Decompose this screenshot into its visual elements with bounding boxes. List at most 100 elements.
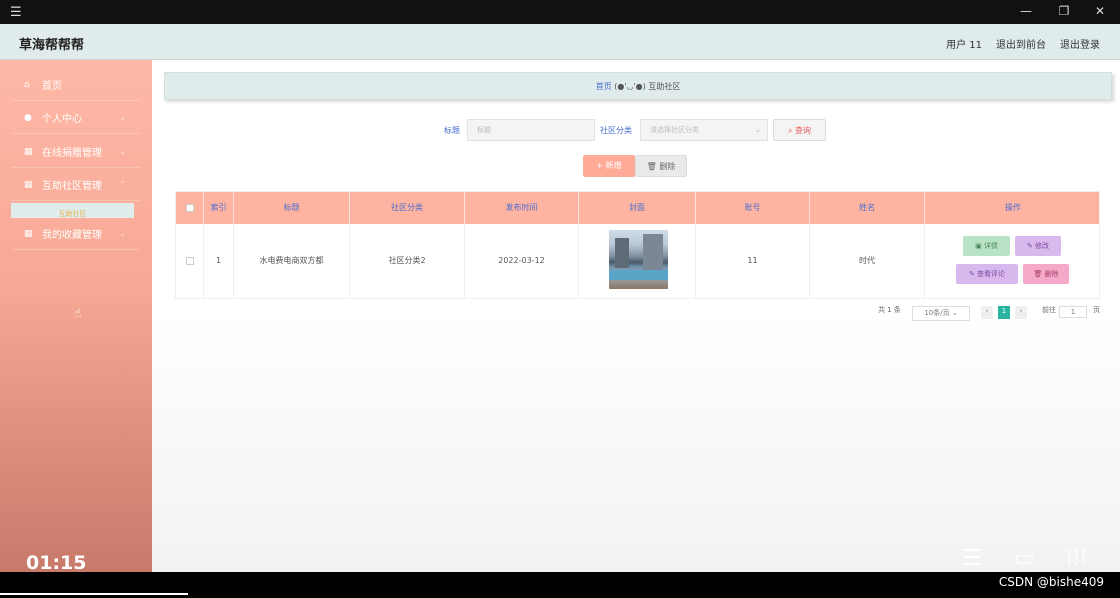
query-button-label: 查询 — [795, 126, 812, 135]
page-size-value: 10条/页 — [924, 309, 950, 317]
row-checkbox[interactable] — [176, 224, 204, 298]
pencil-icon: ✎ — [1026, 242, 1033, 250]
title-label: 标题 — [444, 126, 460, 135]
edit-button[interactable]: ✎ 修改 — [1015, 236, 1061, 256]
data-table: 索引 标题 社区分类 发布时间 封面 账号 姓名 操作 1 水电费电商双方都 社… — [175, 191, 1100, 299]
col-date[interactable]: 发布时间 — [465, 192, 579, 224]
main-content: 首页 (●'◡'●) 互助社区 标题 标题 社区分类 请选择社区分类 ⌄ ⌕ 查… — [152, 60, 1120, 572]
chevron-down-icon: ⌄ — [951, 309, 958, 317]
grid-icon: ▦ — [24, 179, 33, 190]
logout-link[interactable]: 退出登录 — [1060, 36, 1100, 51]
video-time: 01:15 — [26, 552, 87, 574]
hand-cursor-icon: ☝ — [74, 306, 82, 320]
add-button[interactable]: + 新增 — [583, 155, 635, 177]
breadcrumb-emoticon: (●'◡'●) — [614, 82, 646, 91]
hamburger-icon[interactable]: ☰ — [10, 5, 22, 20]
trash-icon: 🗑 — [646, 162, 657, 171]
cell-index: 1 — [204, 224, 234, 298]
goto-input[interactable]: 1 — [1059, 306, 1087, 318]
video-frame: ☰ — ❐ ✕ 草海帮帮帮 用户 11 退出到前台 退出登录 ⌂ 首页 ● 个人… — [0, 0, 1120, 598]
cell-category: 社区分类2 — [350, 224, 465, 298]
chevron-down-icon: ⌄ — [119, 229, 126, 238]
pencil-icon: ✎ — [968, 270, 975, 278]
sidebar-item-label: 在线捐赠管理 — [42, 148, 102, 159]
search-icon: ⌕ — [787, 126, 793, 135]
add-button-label: 新增 — [605, 161, 622, 170]
total-count: 共 1 条 — [878, 306, 901, 314]
chevron-up-icon: ⌃ — [119, 180, 126, 189]
col-category[interactable]: 社区分类 — [350, 192, 465, 224]
chevron-down-icon: ⌄ — [755, 126, 761, 134]
watermark: CSDN @bishe409 — [998, 575, 1104, 589]
back-to-front-link[interactable]: 退出到前台 — [996, 36, 1046, 51]
restore-icon[interactable]: ❐ — [1054, 4, 1074, 18]
home-icon: ⌂ — [24, 79, 30, 90]
cell-title: 水电费电商双方都 — [234, 224, 350, 298]
playlist-icon[interactable]: ☰ — [962, 546, 982, 571]
col-index: 索引 — [204, 192, 234, 224]
user-icon: ● — [24, 112, 32, 123]
sidebar-item-favorites[interactable]: ▦ 我的收藏管理 ⌄ — [12, 218, 140, 250]
col-cover[interactable]: 封面 — [579, 192, 696, 224]
page-size-select[interactable]: 10条/页 ⌄ — [912, 306, 970, 321]
header-links: 用户 11 退出到前台 退出登录 — [946, 36, 1100, 51]
cell-account: 11 — [696, 224, 810, 298]
query-button[interactable]: ⌕ 查询 — [773, 119, 826, 141]
user-label: 用户 11 — [946, 40, 982, 51]
comments-label: 查看评论 — [977, 270, 1006, 278]
sidebar-item-community[interactable]: ▦ 互助社区管理 ⌃ — [12, 169, 140, 201]
window-titlebar: ☰ — ❐ ✕ — [0, 0, 1120, 24]
table-header: 索引 标题 社区分类 发布时间 封面 账号 姓名 操作 — [176, 192, 1099, 224]
sidebar-item-profile[interactable]: ● 个人中心 ⌄ — [12, 102, 140, 134]
detail-label: 详情 — [983, 242, 998, 250]
plus-icon: + — [596, 161, 604, 170]
page-unit-label: 页 — [1093, 306, 1100, 314]
col-title[interactable]: 标题 — [234, 192, 350, 224]
checkbox-icon — [185, 256, 194, 265]
sidebar-item-home[interactable]: ⌂ 首页 — [12, 69, 140, 101]
sidebar: ⌂ 首页 ● 个人中心 ⌄ ▦ 在线捐赠管理 ⌄ ▦ 互助社区管理 ⌃ 互助社区… — [0, 60, 152, 574]
breadcrumb-current: 互助社区 — [648, 82, 681, 91]
col-account[interactable]: 账号 — [696, 192, 810, 224]
sidebar-item-label: 个人中心 — [42, 114, 82, 125]
comment-icon[interactable]: ▭ — [1014, 546, 1035, 571]
title-input[interactable]: 标题 — [467, 119, 595, 141]
delete-button-label: 删除 — [659, 162, 676, 171]
row-delete-button[interactable]: 🗑 删除 — [1023, 264, 1069, 284]
row-delete-label: 删除 — [1044, 270, 1059, 278]
col-name[interactable]: 姓名 — [810, 192, 925, 224]
detail-button[interactable]: ▣ 详情 — [963, 236, 1010, 256]
prev-page-icon[interactable]: ‹ — [981, 306, 993, 319]
trash-icon: 🗑 — [1033, 270, 1043, 278]
category-label: 社区分类 — [600, 126, 632, 135]
breadcrumb-home[interactable]: 首页 — [596, 82, 612, 91]
page-number-current[interactable]: 1 — [998, 306, 1010, 319]
sidebar-item-label: 互助社区管理 — [42, 181, 102, 192]
header-checkbox[interactable] — [176, 192, 204, 224]
sidebar-subitem-community[interactable]: 互助社区 — [11, 203, 134, 218]
apps-grid-icon[interactable]: ⁞⁞⁞ — [1066, 546, 1087, 571]
breadcrumb: 首页 (●'◡'●) 互助社区 — [164, 72, 1112, 100]
cell-name: 时代 — [810, 224, 925, 298]
chevron-down-icon: ⌄ — [119, 147, 126, 156]
grid-icon: ▦ — [24, 228, 33, 239]
cell-date: 2022-03-12 — [465, 224, 579, 298]
batch-delete-button[interactable]: 🗑 删除 — [635, 155, 687, 177]
video-progress-bar[interactable] — [0, 593, 189, 595]
cover-image[interactable] — [609, 230, 668, 289]
doc-icon: ▣ — [975, 242, 982, 250]
goto-label: 前往 — [1042, 306, 1056, 314]
next-page-icon[interactable]: › — [1015, 306, 1027, 319]
grid-icon: ▦ — [24, 146, 33, 157]
sidebar-item-label: 我的收藏管理 — [42, 230, 102, 241]
sidebar-item-label: 首页 — [42, 81, 62, 92]
category-placeholder: 请选择社区分类 — [650, 126, 699, 134]
chevron-down-icon: ⌄ — [119, 113, 126, 122]
close-icon[interactable]: ✕ — [1090, 4, 1110, 18]
col-ops: 操作 — [1005, 203, 1021, 212]
category-select[interactable]: 请选择社区分类 ⌄ — [640, 119, 768, 141]
checkbox-icon — [185, 203, 194, 212]
view-comments-button[interactable]: ✎ 查看评论 — [956, 264, 1018, 284]
sidebar-item-donation[interactable]: ▦ 在线捐赠管理 ⌄ — [12, 136, 140, 168]
minimize-icon[interactable]: — — [1016, 4, 1036, 18]
